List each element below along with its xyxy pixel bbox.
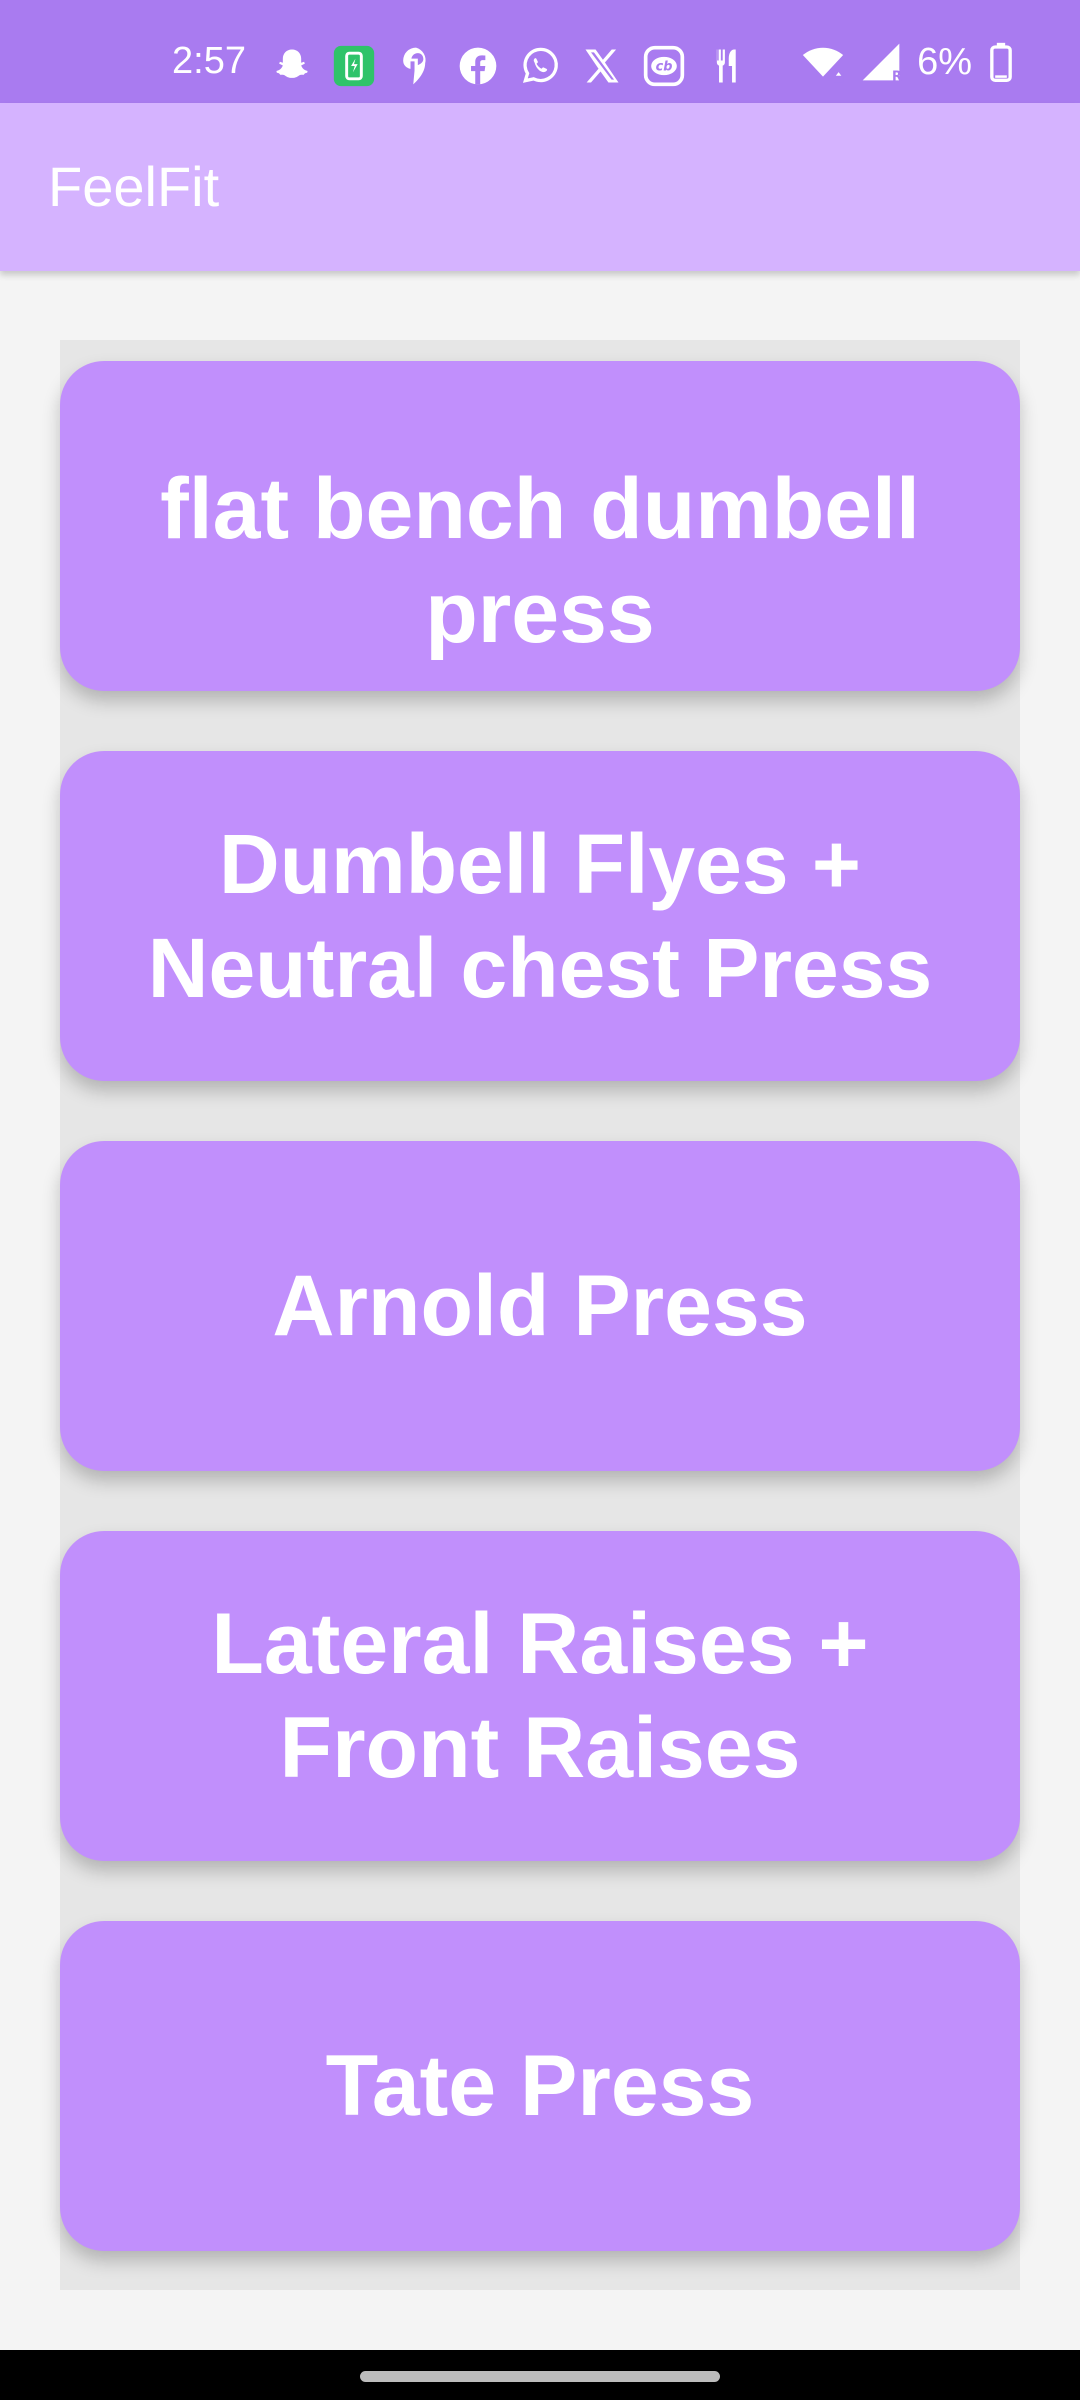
x-icon bbox=[580, 44, 624, 88]
facebook-icon bbox=[456, 44, 500, 88]
svg-text:R: R bbox=[892, 69, 902, 84]
status-bar: 2:57 cb R 6% bbox=[0, 0, 1080, 103]
app-bar: FeelFit bbox=[0, 103, 1080, 271]
status-time: 2:57 bbox=[172, 40, 246, 82]
exercise-label: flat bench dumbell press bbox=[160, 461, 920, 661]
whatsapp-icon bbox=[518, 44, 562, 88]
system-status: R 6% bbox=[801, 40, 1016, 84]
home-gesture-handle[interactable] bbox=[360, 2371, 720, 2382]
exercise-card-tate-press[interactable]: Tate Press bbox=[60, 1921, 1020, 2251]
exercise-card-flat-bench-dumbell-press[interactable]: flat bench dumbell press bbox=[60, 361, 1020, 691]
exercise-card-arnold-press[interactable]: Arnold Press bbox=[60, 1141, 1020, 1471]
exercise-label: Arnold Press bbox=[272, 1258, 808, 1354]
notification-icons: cb bbox=[270, 44, 748, 88]
battery-saver-icon bbox=[332, 44, 376, 88]
battery-icon bbox=[986, 40, 1016, 84]
exercise-label: Dumbell Flyes + Neutral chest Press bbox=[147, 817, 933, 1015]
app-title: FeelFit bbox=[48, 155, 220, 218]
signal-icon: R bbox=[859, 40, 903, 84]
svg-text:cb: cb bbox=[656, 60, 673, 75]
snapchat-icon bbox=[270, 44, 314, 88]
exercise-card-dumbell-flyes-neutral-chest-press[interactable]: Dumbell Flyes + Neutral chest Press bbox=[60, 751, 1020, 1081]
zomato-icon bbox=[704, 44, 748, 88]
battery-percent: 6% bbox=[917, 41, 972, 83]
swiggy-icon bbox=[394, 44, 438, 88]
exercise-label: Tate Press bbox=[325, 2038, 755, 2134]
cricbuzz-icon: cb bbox=[642, 44, 686, 88]
wifi-icon bbox=[801, 40, 845, 84]
exercise-label: Lateral Raises + Front Raises bbox=[211, 1596, 869, 1796]
exercise-card-lateral-raises-front-raises[interactable]: Lateral Raises + Front Raises bbox=[60, 1531, 1020, 1861]
